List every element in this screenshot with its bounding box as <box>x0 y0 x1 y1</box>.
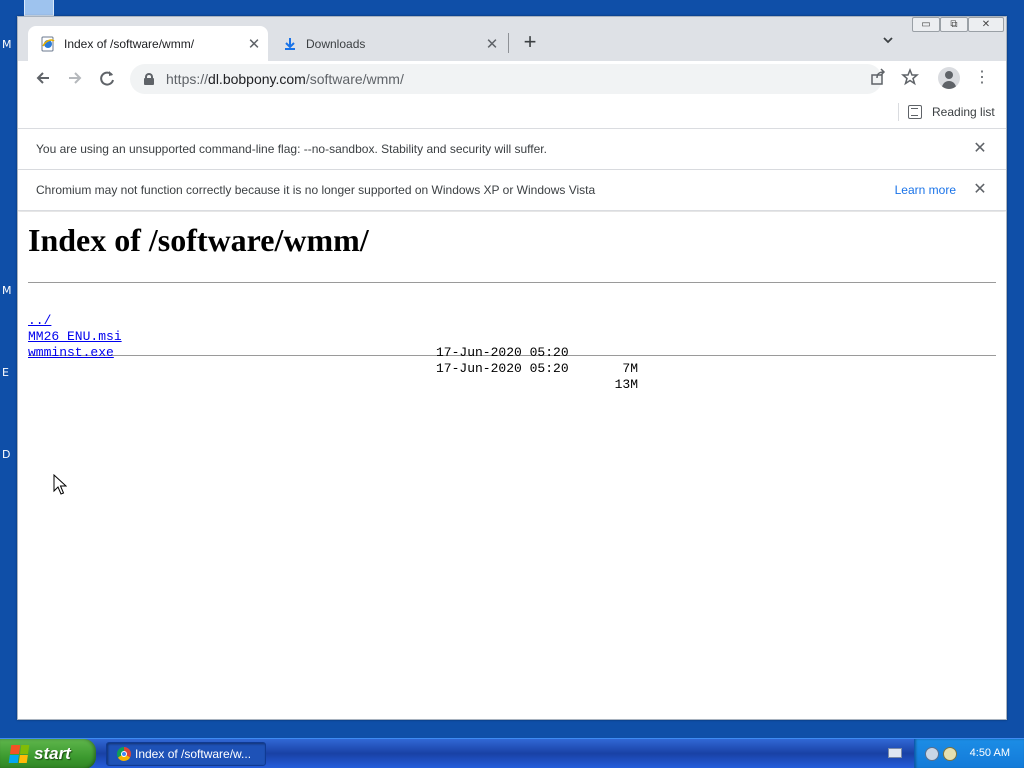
bookmarks-separator <box>898 103 899 121</box>
network-icon[interactable] <box>925 747 939 761</box>
desktop-icon-label[interactable]: M <box>2 284 12 297</box>
reading-list-icon <box>908 105 922 119</box>
browser-window: Index of /software/wmm/ ✕ Downloads ✕ + … <box>17 16 1007 720</box>
mouse-cursor-icon <box>53 474 67 495</box>
taskbar-window-label: Index of /software/w... <box>135 747 252 761</box>
infobar-message: Chromium may not function correctly beca… <box>36 183 596 197</box>
restore-button[interactable]: ⧉ <box>940 17 968 32</box>
tab-strip: Index of /software/wmm/ ✕ Downloads ✕ + … <box>18 17 1006 61</box>
file-date: 17-Jun-2020 05:20 <box>436 345 569 360</box>
tab-separator <box>508 33 509 53</box>
more-menu-icon[interactable]: ⋮ <box>974 69 990 87</box>
close-tab-icon[interactable]: ✕ <box>246 36 262 53</box>
clock[interactable]: 4:50 AM <box>970 747 1010 759</box>
reading-list-button[interactable]: Reading list <box>908 103 995 121</box>
taskbar-window-button[interactable]: Index of /software/w... <box>106 742 266 766</box>
chevron-down-icon[interactable] <box>878 33 898 53</box>
tab-index-of-wmm[interactable]: Index of /software/wmm/ ✕ <box>28 26 268 61</box>
file-size: 13M <box>614 377 638 392</box>
desktop-icon-label[interactable]: E <box>2 366 9 379</box>
close-window-button[interactable]: ✕ <box>968 17 1004 32</box>
close-icon[interactable]: ✕ <box>972 141 988 157</box>
file-size: 7M <box>622 361 638 376</box>
minimize-button[interactable]: ▭ <box>912 17 940 32</box>
close-icon[interactable]: ✕ <box>972 182 988 198</box>
infobar-sandbox-warning: You are using an unsupported command-lin… <box>18 129 1006 170</box>
infobar-message: You are using an unsupported command-lin… <box>36 142 547 156</box>
tab-title: Index of /software/wmm/ <box>64 36 195 51</box>
page-title: Index of /software/wmm/ <box>28 222 369 258</box>
start-button[interactable]: start <box>0 739 96 768</box>
start-label: start <box>34 744 71 763</box>
toolbar: https://dl.bobpony.com/software/wmm/ ⋮ <box>18 61 1006 95</box>
infobar-unsupported-os: Chromium may not function correctly beca… <box>18 170 1006 211</box>
windows-logo-icon <box>8 745 30 763</box>
list-item: MM26_ENU.msi 17-Jun-2020 05:20 7M <box>28 313 996 376</box>
download-icon <box>285 37 295 50</box>
system-tray: 4:50 AM <box>914 739 1024 768</box>
ie-page-icon <box>41 36 55 51</box>
file-listing: ../ MM26_ENU.msi 17-Jun-2020 05:20 7M wm… <box>28 283 996 392</box>
profile-avatar-icon[interactable] <box>938 67 960 89</box>
desktop-icon-label[interactable]: D <box>2 448 10 461</box>
bookmarks-bar: Reading list <box>18 95 1006 129</box>
address-bar[interactable]: https://dl.bobpony.com/software/wmm/ <box>130 64 882 94</box>
reading-list-label: Reading list <box>932 105 995 119</box>
page-content: Index of /software/wmm/ ../ MM26_ENU.msi… <box>18 212 1006 719</box>
tab-downloads[interactable]: Downloads ✕ <box>274 26 506 61</box>
lock-icon[interactable] <box>144 73 154 85</box>
desktop-icon[interactable] <box>24 0 54 16</box>
share-icon[interactable] <box>868 68 888 88</box>
keyboard-icon[interactable] <box>888 748 902 758</box>
file-link-wmminst-exe[interactable]: wmminst.exe <box>28 345 114 361</box>
volume-icon[interactable] <box>943 747 957 761</box>
taskbar: start Index of /software/w... 4:50 AM <box>0 738 1024 768</box>
tab-title: Downloads <box>306 36 366 51</box>
back-arrow-icon[interactable] <box>30 65 56 91</box>
close-tab-icon[interactable]: ✕ <box>484 36 500 53</box>
file-date: 17-Jun-2020 05:20 <box>436 361 569 376</box>
chromium-icon <box>117 747 131 761</box>
list-item: ../ <box>28 297 996 328</box>
list-item: wmminst.exe 17-Jun-2020 05:20 13M <box>28 329 996 392</box>
star-icon[interactable] <box>900 67 920 88</box>
learn-more-link[interactable]: Learn more <box>895 183 956 197</box>
forward-arrow-icon[interactable] <box>62 65 88 91</box>
reload-icon[interactable] <box>94 65 120 91</box>
desktop-icon-label[interactable]: M <box>2 38 12 51</box>
new-tab-button[interactable]: + <box>518 31 542 55</box>
url-text[interactable]: https://dl.bobpony.com/software/wmm/ <box>166 71 404 87</box>
